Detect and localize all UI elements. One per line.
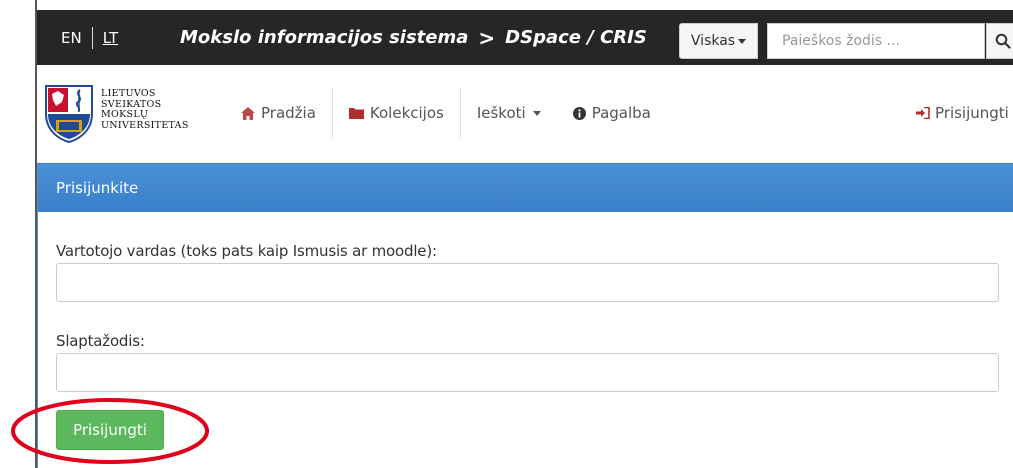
nav-home-label: Pradžia [261,104,316,122]
lang-separator [91,26,93,49]
lang-en-link[interactable]: EN [61,29,82,47]
password-label: Slaptažodis: [56,332,145,350]
search-input[interactable] [767,23,985,59]
search-scope-dropdown[interactable]: Viskas [679,23,758,59]
brand-chevron-icon: > [478,25,496,50]
university-name: LIETUVOS SVEIKATOS MOKSLŲ UNIVERSITETAS [101,88,189,131]
login-panel-title: Prisijunkite [38,164,1013,212]
main-nav: Pradžia Kolekcijos Ieškoti Pagalba [225,87,667,139]
username-label: Vartotojo vardas (toks pats kaip Ismusis… [56,242,437,260]
info-circle-icon [572,106,586,120]
top-navbar: EN LT Mokslo informacijos sistema > DSpa… [37,10,1013,65]
brand-title: Mokslo informacijos sistema [180,27,469,48]
university-name-line: LIETUVOS [101,88,156,99]
university-logo[interactable]: LIETUVOS SVEIKATOS MOKSLŲ UNIVERSITETAS [44,84,189,144]
chevron-down-icon [532,110,541,116]
brand-subtitle: DSpace / CRIS [505,27,647,48]
nav-collections[interactable]: Kolekcijos [331,87,460,139]
university-name-line: UNIVERSITETAS [101,119,189,131]
home-icon [241,106,255,120]
university-shield-icon [45,85,93,144]
search-icon [995,33,1011,49]
nav-search-label: Ieškoti [476,104,526,122]
search-scope-label: Viskas [690,33,736,49]
nav-help[interactable]: Pagalba [557,87,667,139]
nav-help-label: Pagalba [591,104,651,122]
username-input[interactable] [56,263,999,302]
search-button[interactable] [986,23,1013,59]
sign-in-icon [916,107,930,119]
highlight-annotation-ellipse [11,398,209,464]
nav-search-dropdown[interactable]: Ieškoti [459,87,557,139]
password-input[interactable] [56,353,999,392]
lang-lt-link[interactable]: LT [103,29,118,47]
site-brand[interactable]: Mokslo informacijos sistema > DSpace / C… [180,10,647,65]
nav-home[interactable]: Pradžia [225,87,332,139]
nav-login-label: Prisijungti [935,104,1009,122]
language-switcher: EN LT [61,10,118,65]
chevron-down-icon [738,38,747,44]
folder-icon [348,107,364,119]
university-name-line: MOKSLŲ [101,109,149,120]
nav-collections-label: Kolekcijos [369,104,444,122]
nav-login[interactable]: Prisijungti [916,87,1009,139]
